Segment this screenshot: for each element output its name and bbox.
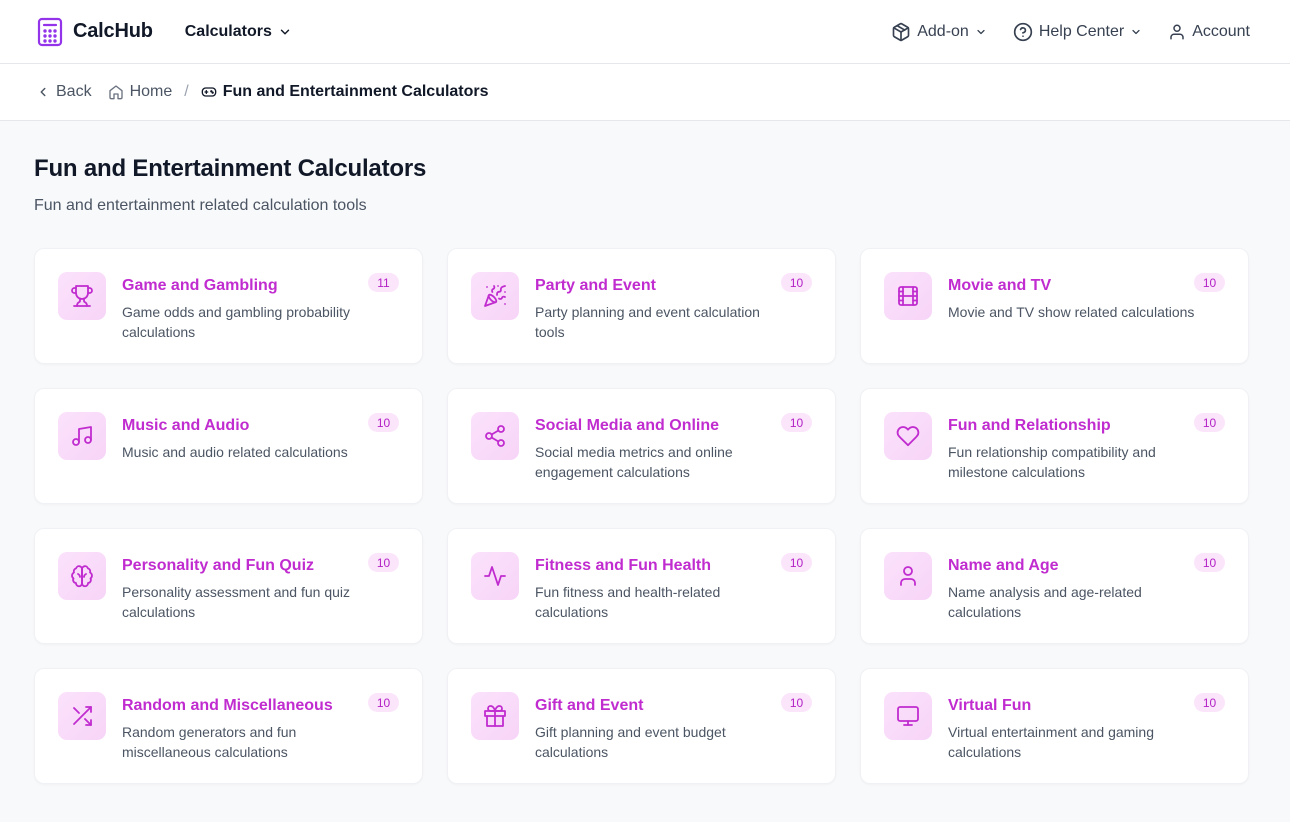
category-title: Fun and Relationship — [948, 417, 1111, 434]
category-title: Gift and Event — [535, 697, 644, 714]
category-card-virtual-fun[interactable]: Virtual Fun Virtual entertainment and ga… — [860, 668, 1249, 784]
category-card-party-and-event[interactable]: Party and Event Party planning and event… — [447, 248, 836, 364]
chevron-left-icon — [36, 85, 50, 99]
category-title: Movie and TV — [948, 277, 1052, 294]
category-title: Personality and Fun Quiz — [122, 557, 315, 574]
category-description: Social media metrics and online engageme… — [535, 444, 733, 480]
category-title: Game and Gambling — [122, 277, 278, 294]
home-label: Home — [129, 83, 173, 100]
count-badge: 10 — [1194, 413, 1225, 432]
count-badge: 10 — [781, 273, 812, 292]
home-link[interactable]: Home — [108, 83, 173, 101]
chevron-down-icon — [975, 26, 987, 38]
help-center-menu[interactable]: Help Center — [1013, 22, 1142, 42]
category-card-social-media-and-online[interactable]: Social Media and Online Social media met… — [447, 388, 836, 504]
addon-menu[interactable]: Add-on — [891, 22, 987, 42]
count-badge: 10 — [781, 693, 812, 712]
category-title: Music and Audio — [122, 417, 250, 434]
count-badge: 10 — [368, 553, 399, 572]
category-card-fitness-and-fun-health[interactable]: Fitness and Fun Health Fun fitness and h… — [447, 528, 836, 644]
trophy-icon — [58, 272, 106, 320]
category-description: Gift planning and event budget calculati… — [535, 724, 726, 760]
category-description: Random generators and fun miscellaneous … — [122, 724, 297, 760]
category-description: Game odds and gambling probability calcu… — [122, 304, 351, 340]
count-badge: 10 — [781, 553, 812, 572]
calculators-menu-label: Calculators — [184, 22, 272, 40]
account-menu[interactable]: Account — [1168, 23, 1250, 41]
help-center-label: Help Center — [1038, 22, 1125, 40]
film-icon — [884, 272, 932, 320]
category-title: Social Media and Online — [535, 417, 720, 434]
monitor-icon — [884, 692, 932, 740]
share-icon — [471, 412, 519, 460]
chevron-down-icon — [278, 25, 292, 39]
count-badge: 10 — [1194, 693, 1225, 712]
home-icon — [108, 84, 124, 100]
addon-label: Add-on — [917, 22, 969, 40]
category-card-personality-and-fun-quiz[interactable]: Personality and Fun Quiz Personality ass… — [34, 528, 423, 644]
category-description: Fun relationship compatibility and miles… — [948, 444, 1156, 480]
count-badge: 10 — [368, 693, 399, 712]
help-circle-icon — [1013, 22, 1033, 42]
back-link[interactable]: Back — [36, 83, 92, 101]
calculators-menu[interactable]: Calculators — [185, 23, 292, 41]
category-card-music-and-audio[interactable]: Music and Audio Music and audio related … — [34, 388, 423, 504]
category-card-name-and-age[interactable]: Name and Age Name analysis and age-relat… — [860, 528, 1249, 644]
count-badge: 10 — [1194, 273, 1225, 292]
category-description: Movie and TV show related calculations — [948, 304, 1195, 320]
account-label: Account — [1192, 22, 1250, 40]
heart-icon — [884, 412, 932, 460]
page-subtitle: Fun and entertainment related calculatio… — [34, 197, 367, 214]
brand-logo[interactable]: CalcHub — [37, 17, 153, 47]
back-label: Back — [56, 83, 92, 100]
count-badge: 11 — [368, 273, 399, 292]
category-description: Personality assessment and fun quiz calc… — [122, 584, 351, 620]
breadcrumb-separator: / — [184, 83, 189, 100]
gamepad-icon — [201, 84, 217, 100]
category-title: Name and Age — [948, 557, 1059, 574]
category-description: Music and audio related calculations — [122, 444, 348, 460]
category-card-game-and-gambling[interactable]: Game and Gambling Game odds and gambling… — [34, 248, 423, 364]
main-content: Fun and Entertainment Calculators Fun an… — [0, 121, 1290, 784]
category-title: Fitness and Fun Health — [535, 557, 712, 574]
party-popper-icon — [471, 272, 519, 320]
top-navigation-bar: CalcHub Calculators Add-on Help Center A… — [0, 0, 1290, 64]
count-badge: 10 — [1194, 553, 1225, 572]
breadcrumb: Back Home / Fun and Entertainment Calcul… — [0, 64, 1290, 121]
category-description: Party planning and event calculation too… — [535, 304, 760, 340]
page-title: Fun and Entertainment Calculators — [34, 155, 427, 182]
category-grid: Game and Gambling Game odds and gambling… — [34, 248, 1256, 784]
music-note-icon — [58, 412, 106, 460]
brand-name: CalcHub — [73, 20, 153, 42]
count-badge: 10 — [368, 413, 399, 432]
category-card-movie-and-tv[interactable]: Movie and TV Movie and TV show related c… — [860, 248, 1249, 364]
category-title: Party and Event — [535, 277, 656, 294]
calculator-logo-icon — [37, 17, 63, 47]
chevron-down-icon — [1130, 26, 1142, 38]
category-title: Random and Miscellaneous — [122, 697, 333, 714]
breadcrumb-current-label: Fun and Entertainment Calculators — [222, 83, 489, 100]
category-description: Fun fitness and health-related calculati… — [535, 584, 721, 620]
category-description: Virtual entertainment and gaming calcula… — [948, 724, 1154, 760]
activity-icon — [471, 552, 519, 600]
shuffle-icon — [58, 692, 106, 740]
user-icon — [1168, 23, 1186, 41]
breadcrumb-current: Fun and Entertainment Calculators — [201, 83, 489, 101]
package-icon — [891, 22, 911, 42]
brain-icon — [58, 552, 106, 600]
count-badge: 10 — [781, 413, 812, 432]
category-description: Name analysis and age-related calculatio… — [948, 584, 1142, 620]
user-icon — [884, 552, 932, 600]
category-card-gift-and-event[interactable]: Gift and Event Gift planning and event b… — [447, 668, 836, 784]
category-card-fun-and-relationship[interactable]: Fun and Relationship Fun relationship co… — [860, 388, 1249, 504]
category-title: Virtual Fun — [948, 697, 1032, 714]
gift-icon — [471, 692, 519, 740]
category-card-random-and-miscellaneous[interactable]: Random and Miscellaneous Random generato… — [34, 668, 423, 784]
